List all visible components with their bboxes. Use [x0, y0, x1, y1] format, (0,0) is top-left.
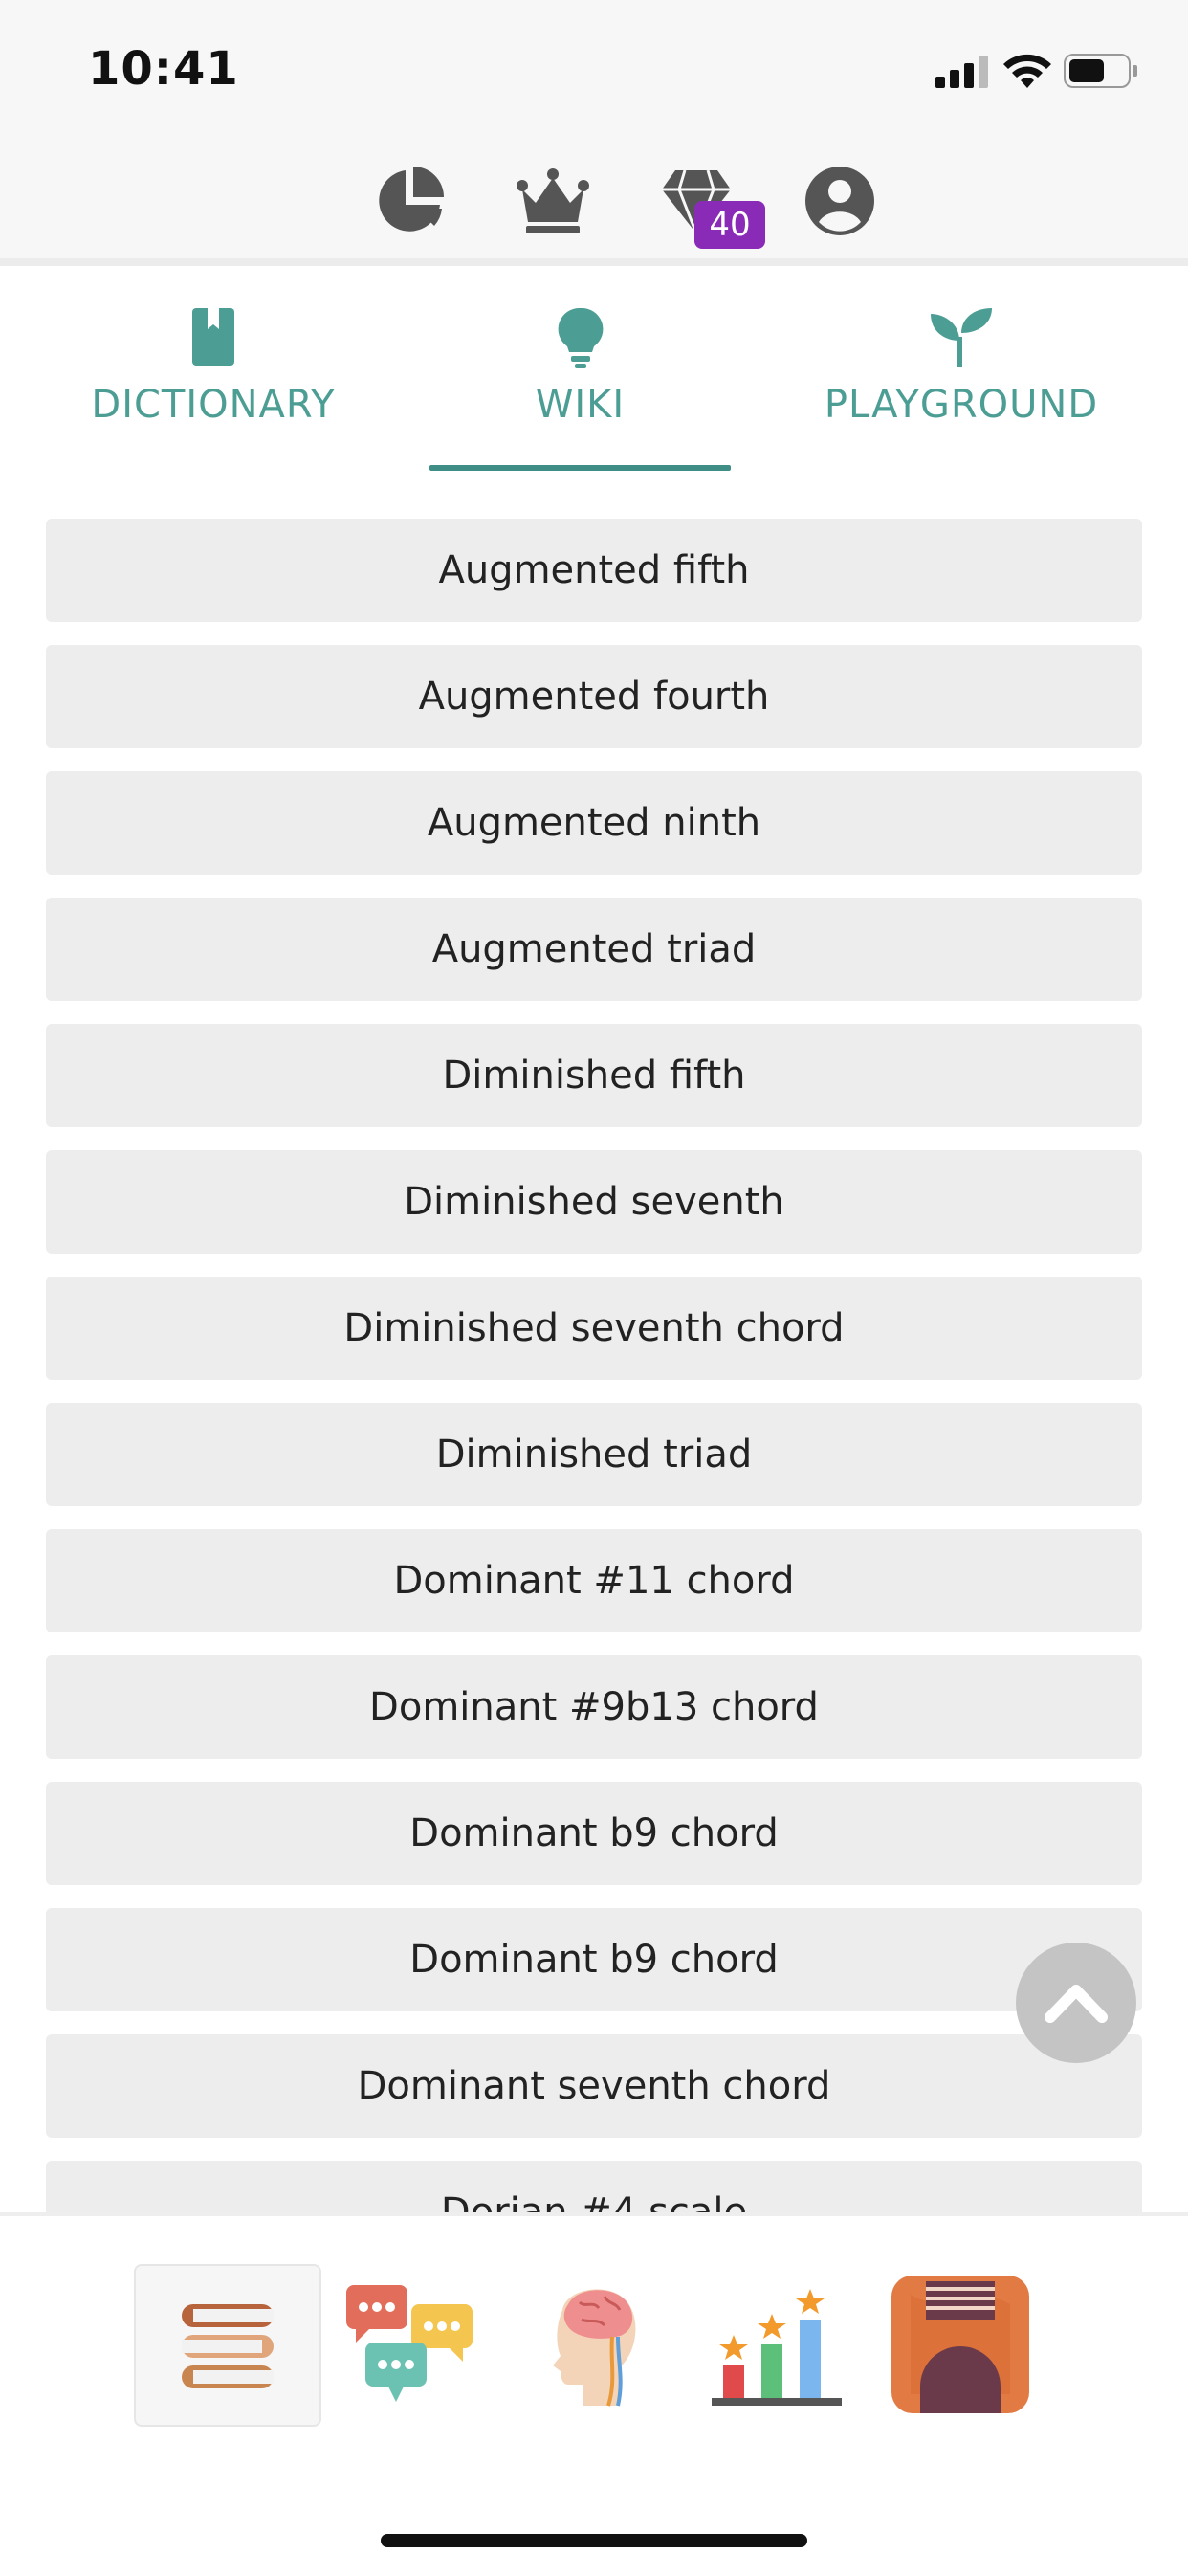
wiki-list-item[interactable]: Dominant b9 chord	[46, 1908, 1142, 2011]
wiki-list-item[interactable]: Dominant seventh chord	[46, 2034, 1142, 2138]
arch-door-icon	[891, 2276, 1029, 2413]
lightbulb-icon	[558, 307, 603, 368]
wiki-list-item[interactable]: Diminished seventh	[46, 1150, 1142, 1254]
wiki-list-item[interactable]: Augmented triad	[46, 898, 1142, 1001]
wiki-list-item[interactable]: Diminished fifth	[46, 1024, 1142, 1127]
crown-icon[interactable]	[515, 163, 591, 239]
nav-brain[interactable]	[501, 2264, 685, 2423]
nav-chat[interactable]	[318, 2264, 501, 2423]
nav-library[interactable]	[134, 2264, 321, 2427]
top-icon-bar	[0, 144, 1188, 266]
active-tab-indicator	[429, 465, 731, 471]
books-icon	[182, 2304, 274, 2388]
chat-bubbles-icon	[346, 2285, 473, 2402]
wifi-icon	[1003, 54, 1051, 88]
brain-head-icon	[553, 2289, 636, 2407]
battery-icon	[1064, 54, 1137, 88]
tab-label: WIKI	[535, 383, 626, 427]
tab-dictionary[interactable]: DICTIONARY	[57, 266, 369, 477]
chevron-up-icon	[1045, 1985, 1108, 2023]
sprout-icon	[931, 308, 992, 367]
wiki-list-item[interactable]: Diminished seventh chord	[46, 1277, 1142, 1380]
wiki-list-item[interactable]: Augmented fifth	[46, 519, 1142, 622]
profile-icon[interactable]	[802, 163, 878, 239]
pie-chart-icon[interactable]	[371, 163, 448, 239]
tab-label: PLAYGROUND	[824, 383, 1099, 427]
signal-icon	[935, 56, 988, 88]
tab-label: DICTIONARY	[91, 383, 336, 427]
gems-count-badge: 40	[694, 201, 765, 249]
wiki-list[interactable]: Augmented fifth Augmented fourth Augmented…	[46, 519, 1142, 2212]
home-indicator	[381, 2534, 807, 2547]
section-tabs: DICTIONARY WIKI PLAYGROUND	[0, 266, 1188, 477]
wiki-list-item[interactable]: Augmented fourth	[46, 645, 1142, 748]
nav-door[interactable]	[869, 2264, 1052, 2423]
wiki-list-item[interactable]: Dominant #11 chord	[46, 1529, 1142, 1632]
scroll-to-top-button[interactable]	[1016, 1943, 1136, 2063]
nav-stats[interactable]	[685, 2264, 869, 2423]
wiki-list-item[interactable]: Dominant #9b13 chord	[46, 1655, 1142, 1759]
wiki-list-item[interactable]: Diminished triad	[46, 1403, 1142, 1506]
book-icon	[192, 308, 234, 366]
status-time: 10:41	[88, 42, 239, 96]
wiki-list-item[interactable]: Dominant b9 chord	[46, 1782, 1142, 1885]
bar-stars-icon	[712, 2289, 842, 2406]
tab-playground[interactable]: PLAYGROUND	[803, 266, 1119, 477]
bottom-navigation	[0, 2212, 1188, 2576]
wiki-list-item[interactable]: Dorian #4 scale	[46, 2161, 1142, 2212]
status-bar: 10:41	[0, 0, 1188, 144]
wiki-list-item[interactable]: Augmented ninth	[46, 771, 1142, 875]
tab-wiki[interactable]: WIKI	[429, 266, 731, 477]
